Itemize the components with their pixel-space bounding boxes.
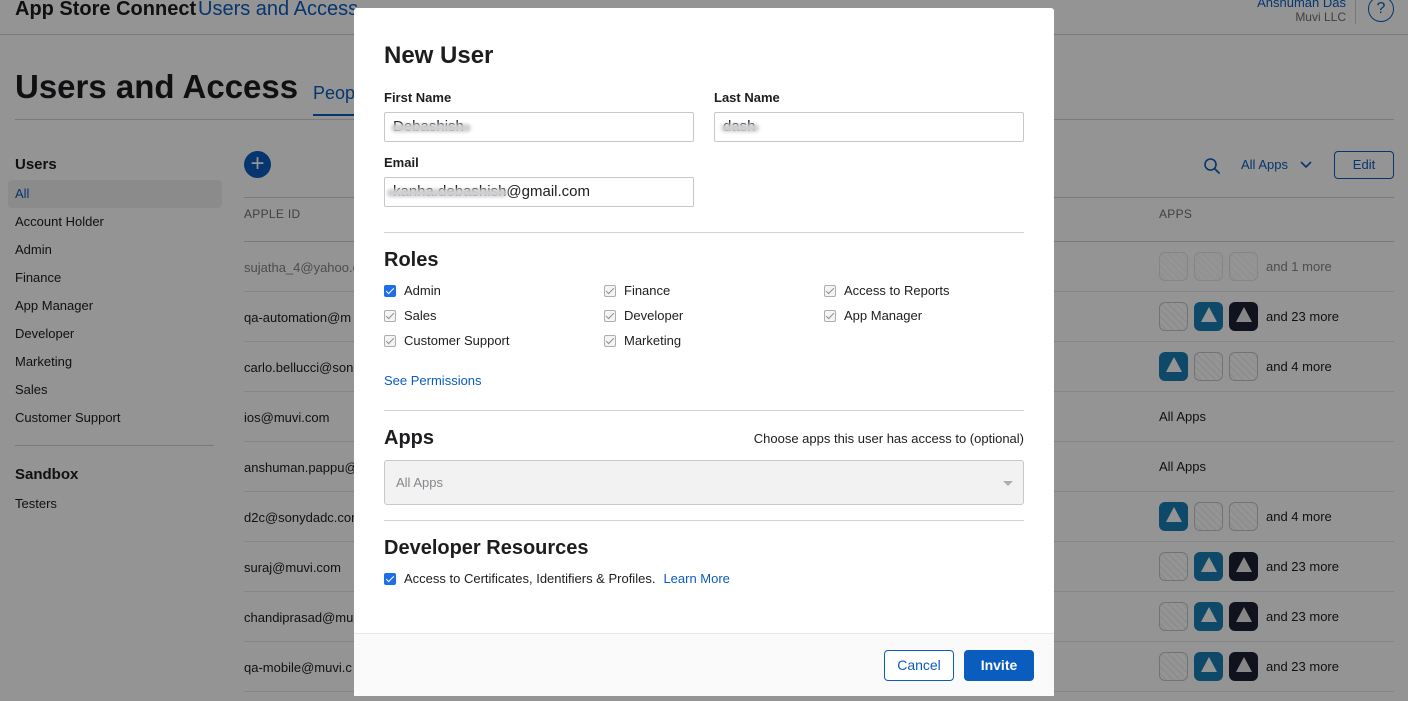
- role-label: Access to Reports: [844, 283, 950, 298]
- role-label: Customer Support: [404, 333, 510, 348]
- role-finance[interactable]: Finance: [604, 283, 670, 298]
- checkbox-developer[interactable]: [604, 309, 616, 322]
- section-divider: [384, 232, 1024, 233]
- checkbox-access-to-reports[interactable]: [824, 284, 836, 297]
- checkbox-admin[interactable]: [384, 284, 396, 297]
- role-sales[interactable]: Sales: [384, 308, 437, 323]
- role-label: Admin: [404, 283, 441, 298]
- email-field[interactable]: kanha.debashish@gmail.com: [384, 177, 694, 207]
- checkbox-customer-support[interactable]: [384, 334, 396, 347]
- new-user-dialog: New User First Name Debashish Last Name …: [354, 8, 1054, 696]
- checkbox-sales[interactable]: [384, 309, 396, 322]
- checkbox-app-manager[interactable]: [824, 309, 836, 322]
- role-marketing[interactable]: Marketing: [604, 333, 681, 348]
- learn-more-link[interactable]: Learn More: [663, 571, 729, 586]
- role-developer[interactable]: Developer: [604, 308, 683, 323]
- caret-down-icon: [1003, 481, 1013, 486]
- checkbox-marketing[interactable]: [604, 334, 616, 347]
- role-label: Finance: [624, 283, 671, 298]
- last-name-label: Last Name: [714, 90, 780, 105]
- email-label: Email: [384, 155, 419, 170]
- see-permissions-link[interactable]: See Permissions: [384, 373, 482, 388]
- apps-select-value: All Apps: [396, 475, 443, 490]
- redaction-blur: [721, 124, 759, 132]
- checkbox-certificates[interactable]: [384, 572, 396, 585]
- role-app-manager[interactable]: App Manager: [824, 308, 922, 323]
- role-label: App Manager: [844, 308, 923, 323]
- role-label: Sales: [404, 308, 437, 323]
- role-customer-support[interactable]: Customer Support: [384, 333, 510, 348]
- checkbox-finance[interactable]: [604, 284, 616, 297]
- last-name-field[interactable]: dash: [714, 112, 1024, 142]
- first-name-label: First Name: [384, 90, 452, 105]
- dialog-title: New User: [384, 42, 494, 69]
- role-label: Developer: [624, 308, 684, 323]
- dialog-footer: Cancel Invite: [354, 633, 1054, 696]
- developer-resources-option[interactable]: Access to Certificates, Identifiers & Pr…: [384, 571, 730, 586]
- redaction-blur: [391, 124, 471, 132]
- apps-title: Apps: [384, 427, 434, 449]
- role-access-to-reports[interactable]: Access to Reports: [824, 283, 950, 298]
- apps-hint: Choose apps this user has access to (opt…: [753, 431, 1024, 446]
- role-admin[interactable]: Admin: [384, 283, 441, 298]
- role-label: Marketing: [624, 333, 682, 348]
- section-divider: [384, 520, 1024, 521]
- apps-select[interactable]: All Apps: [384, 460, 1024, 505]
- cancel-button[interactable]: Cancel: [884, 650, 954, 681]
- first-name-field[interactable]: Debashish: [384, 112, 694, 142]
- redaction-blur: [387, 189, 507, 197]
- roles-title: Roles: [384, 249, 439, 271]
- section-divider: [384, 410, 1024, 411]
- developer-resources-label: Access to Certificates, Identifiers & Pr…: [404, 571, 656, 586]
- developer-resources-title: Developer Resources: [384, 537, 589, 559]
- invite-button[interactable]: Invite: [964, 650, 1034, 681]
